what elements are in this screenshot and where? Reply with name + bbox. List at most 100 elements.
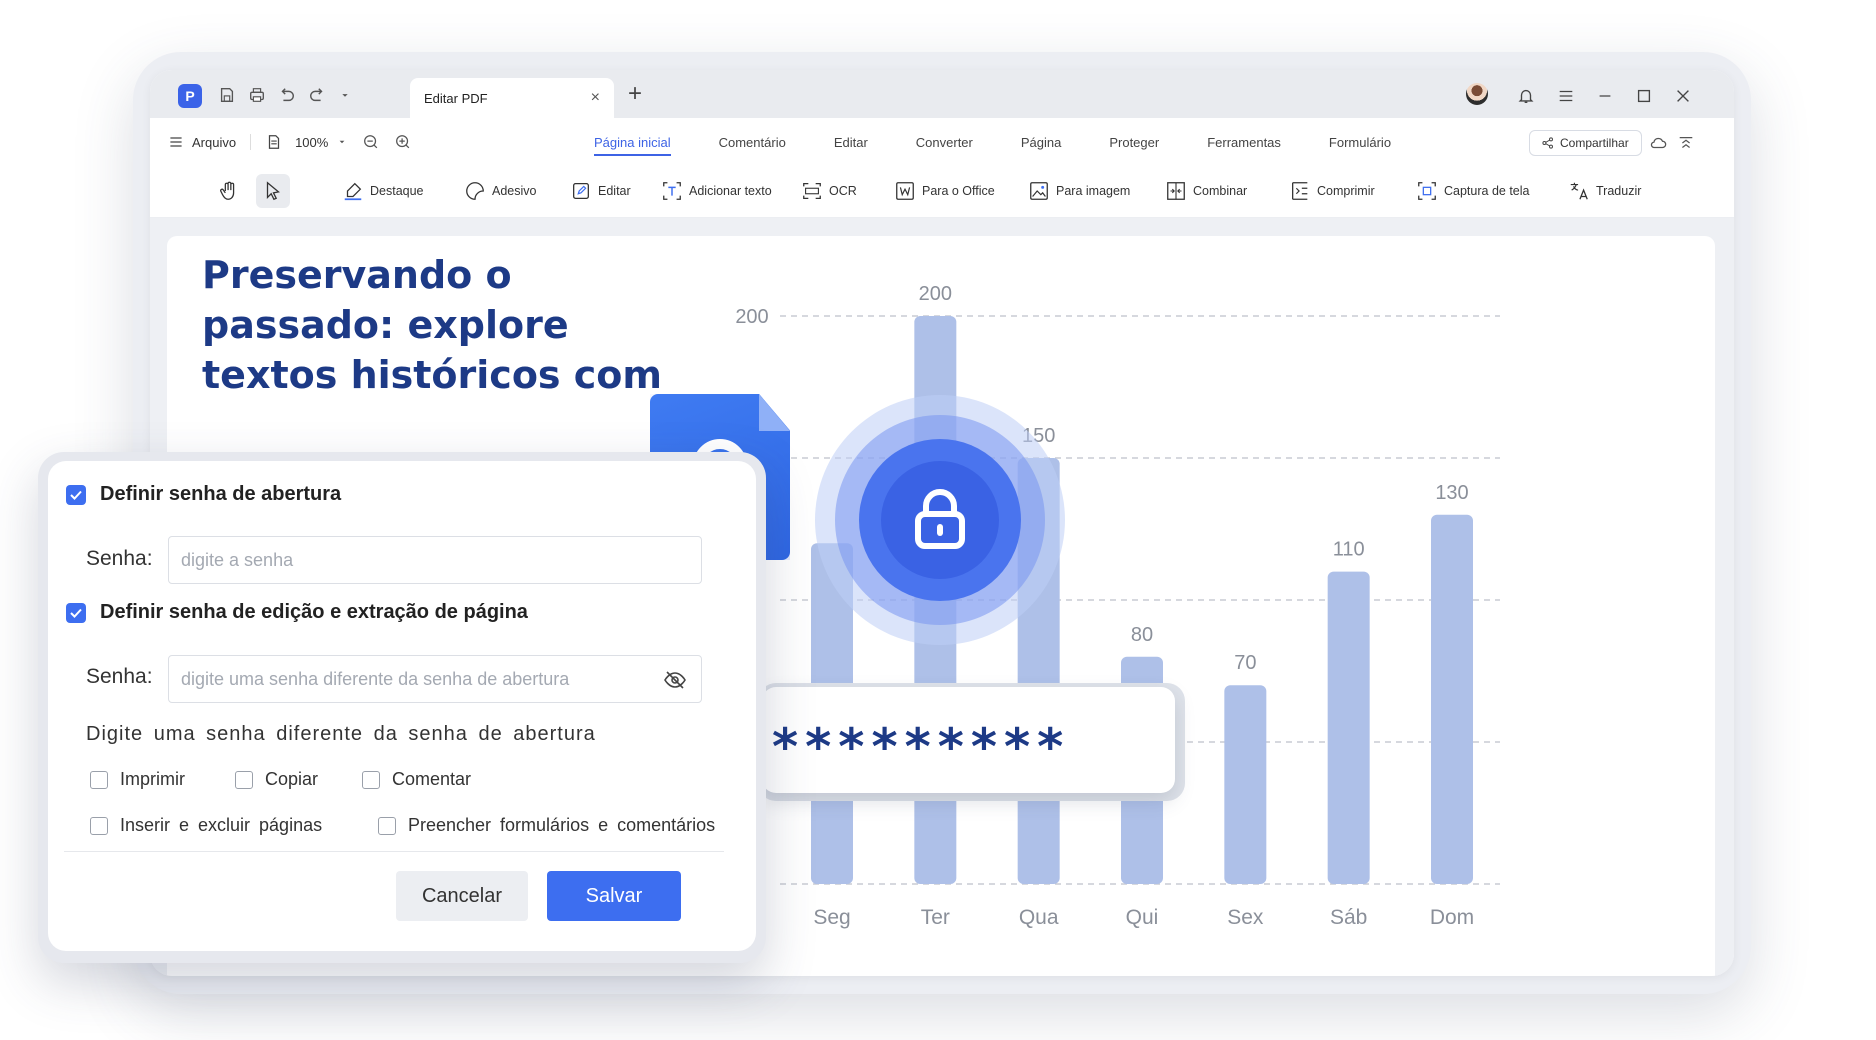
option-copiar[interactable]: Copiar bbox=[235, 769, 318, 790]
tab-proteger[interactable]: Proteger bbox=[1109, 135, 1159, 150]
option-label: Copiar bbox=[265, 769, 319, 789]
open-password-input[interactable]: digite a senha bbox=[168, 536, 702, 584]
inserir-excluir-checkbox[interactable] bbox=[90, 816, 108, 835]
tab-formulario[interactable]: Formulário bbox=[1329, 135, 1391, 150]
copiar-checkbox[interactable] bbox=[235, 770, 253, 789]
tool-label: Para o Office bbox=[922, 184, 995, 198]
menu-left: Arquivo 100% bbox=[168, 133, 412, 151]
lock-circle bbox=[815, 395, 1065, 645]
hand-icon bbox=[212, 174, 246, 208]
dropdown-icon[interactable] bbox=[334, 84, 356, 106]
check-icon bbox=[70, 490, 82, 500]
imprimir-checkbox[interactable] bbox=[90, 770, 108, 789]
add-text-icon bbox=[663, 182, 681, 200]
undo-icon[interactable] bbox=[276, 84, 298, 106]
tab-converter[interactable]: Converter bbox=[916, 135, 973, 150]
option-label: Imprimir bbox=[120, 769, 185, 789]
tab-pagina[interactable]: Página bbox=[1021, 135, 1061, 150]
tool-traduzir[interactable]: Traduzir bbox=[1568, 180, 1641, 202]
dialog-divider bbox=[64, 851, 724, 852]
open-password-checkbox[interactable] bbox=[66, 484, 86, 505]
option-inserir-excluir[interactable]: Inserir e excluir páginas bbox=[90, 815, 322, 836]
share-icon bbox=[1542, 137, 1553, 149]
option-comentar[interactable]: Comentar bbox=[362, 769, 471, 790]
preencher-checkbox[interactable] bbox=[378, 816, 396, 835]
new-tab-button[interactable]: + bbox=[628, 80, 642, 108]
tool-label: Adicionar texto bbox=[689, 184, 772, 198]
tool-adicionar-texto[interactable]: Adicionar texto bbox=[661, 180, 772, 202]
menu-icon[interactable] bbox=[1554, 84, 1578, 108]
select-tool[interactable] bbox=[256, 174, 290, 208]
page-view-icon[interactable] bbox=[265, 133, 283, 151]
ribbon-tabs: Página inicial Comentário Editar Convert… bbox=[570, 118, 1415, 166]
tab-editar-pdf[interactable]: Editar PDF × bbox=[410, 78, 614, 118]
zoom-level[interactable]: 100% bbox=[295, 135, 328, 150]
save-button[interactable]: Salvar bbox=[547, 871, 681, 921]
option-preencher[interactable]: Preencher formulários e comentários bbox=[378, 815, 715, 836]
option-label: Preencher formulários e comentários bbox=[408, 815, 716, 835]
edit-password-label: Definir senha de edição e extração de pá… bbox=[100, 601, 528, 623]
redo-icon[interactable] bbox=[306, 84, 328, 106]
edit-icon bbox=[573, 183, 589, 199]
tab-close-icon[interactable]: × bbox=[591, 89, 600, 107]
hand-tool[interactable] bbox=[212, 180, 246, 208]
tool-para-imagem[interactable]: Para imagem bbox=[1028, 180, 1130, 202]
save-icon[interactable] bbox=[216, 84, 238, 106]
tab-ferramentas[interactable]: Ferramentas bbox=[1207, 135, 1281, 150]
tool-ocr[interactable]: OCR bbox=[801, 180, 857, 202]
tool-editar[interactable]: Editar bbox=[570, 180, 631, 202]
tab-comentario[interactable]: Comentário bbox=[719, 135, 786, 150]
zoom-out-icon[interactable] bbox=[362, 133, 380, 151]
translate-icon bbox=[1570, 182, 1588, 200]
tool-label: Combinar bbox=[1193, 184, 1248, 198]
minimize-icon[interactable] bbox=[1593, 84, 1617, 108]
tool-label: Destaque bbox=[370, 184, 424, 198]
open-password-option[interactable]: Definir senha de abertura bbox=[66, 483, 341, 506]
collapse-icon[interactable] bbox=[1677, 134, 1695, 152]
tool-label: OCR bbox=[829, 184, 857, 198]
zoom-in-icon[interactable] bbox=[394, 133, 412, 151]
toolbar: Destaque Adesivo Editar Adicionar texto … bbox=[150, 166, 1734, 218]
avatar[interactable] bbox=[1466, 83, 1488, 105]
tool-comprimir[interactable]: Comprimir bbox=[1289, 180, 1375, 202]
tool-label: Editar bbox=[598, 184, 631, 198]
print-icon[interactable] bbox=[246, 84, 268, 106]
hamburger-icon[interactable] bbox=[168, 134, 184, 150]
tool-captura-de-tela[interactable]: Captura de tela bbox=[1416, 180, 1529, 202]
document-title: Preservando o passado: explore textos hi… bbox=[202, 253, 663, 397]
edit-password-option[interactable]: Definir senha de edição e extração de pá… bbox=[66, 601, 528, 624]
bell-icon[interactable] bbox=[1514, 84, 1538, 108]
edit-password-input[interactable]: digite uma senha diferente da senha de a… bbox=[168, 655, 702, 703]
tab-pagina-inicial[interactable]: Página inicial bbox=[594, 135, 671, 156]
file-menu[interactable]: Arquivo bbox=[192, 135, 236, 150]
tool-label: Captura de tela bbox=[1444, 184, 1530, 198]
cancel-button[interactable]: Cancelar bbox=[396, 871, 528, 921]
password-dialog: Definir senha de abertura Senha: digite … bbox=[48, 461, 756, 951]
comentar-checkbox[interactable] bbox=[362, 770, 380, 789]
close-icon[interactable] bbox=[1671, 84, 1695, 108]
password-display: ********* bbox=[762, 687, 1175, 793]
password-label-2: Senha: bbox=[86, 665, 153, 688]
highlight-icon bbox=[344, 182, 362, 201]
cloud-icon[interactable] bbox=[1649, 134, 1667, 152]
compress-icon bbox=[1292, 182, 1308, 200]
app-logo-icon[interactable]: P bbox=[178, 84, 202, 108]
tool-label: Para imagem bbox=[1056, 184, 1131, 198]
tool-combinar[interactable]: Combinar bbox=[1165, 180, 1247, 202]
to-office-icon bbox=[896, 182, 914, 200]
option-label: Comentar bbox=[392, 769, 472, 789]
option-imprimir[interactable]: Imprimir bbox=[90, 769, 185, 790]
tab-editar[interactable]: Editar bbox=[834, 135, 868, 150]
eye-off-icon[interactable] bbox=[663, 668, 687, 692]
tool-adesivo[interactable]: Adesivo bbox=[464, 180, 536, 202]
maximize-icon[interactable] bbox=[1632, 84, 1656, 108]
edit-password-checkbox[interactable] bbox=[66, 602, 86, 623]
screenshot-icon bbox=[1418, 182, 1436, 200]
zoom-dropdown-icon[interactable] bbox=[336, 136, 348, 148]
tool-para-office[interactable]: Para o Office bbox=[894, 180, 995, 202]
option-label: Inserir e excluir páginas bbox=[120, 815, 323, 835]
tool-label: Traduzir bbox=[1596, 184, 1642, 198]
tool-destaque[interactable]: Destaque bbox=[342, 180, 424, 202]
to-image-icon bbox=[1030, 182, 1048, 200]
share-button[interactable]: Compartilhar bbox=[1529, 130, 1642, 156]
